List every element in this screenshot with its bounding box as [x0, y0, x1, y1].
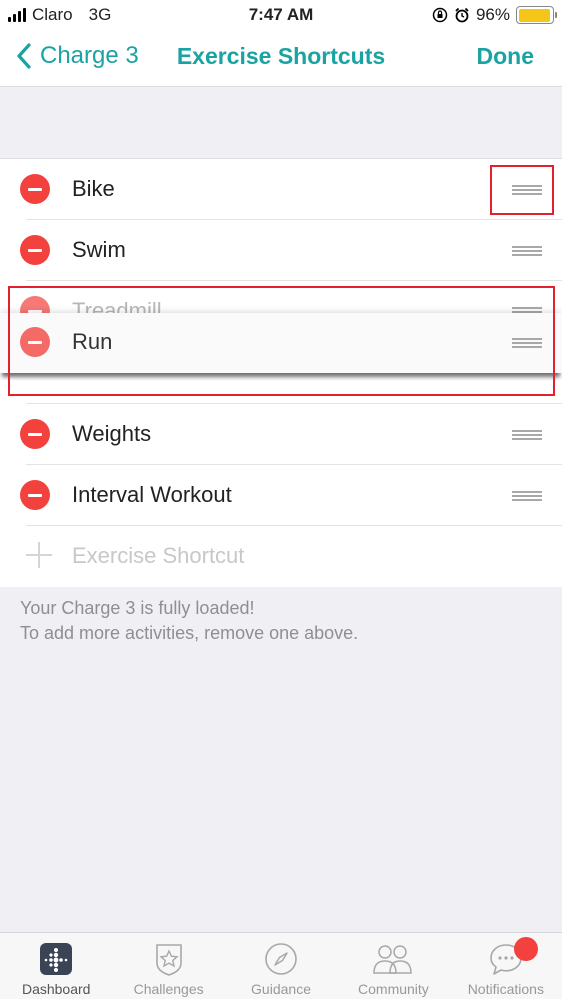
star-badge-icon — [155, 944, 182, 976]
battery-percent: 96% — [475, 5, 510, 24]
list-item-label: Weights — [72, 421, 152, 446]
back-button-label: Charge 3 — [40, 42, 139, 69]
tab-community[interactable]: Community — [337, 933, 449, 999]
list-item-run-dragging[interactable]: Run — [0, 313, 562, 373]
list-item-label: Bike — [72, 176, 115, 201]
delete-icon[interactable] — [20, 480, 50, 510]
capacity-message-line1: Your Charge 3 is fully loaded! — [20, 598, 255, 618]
list-item-interval-workout: Interval Workout — [0, 465, 562, 526]
drag-handle-icon[interactable] — [512, 246, 542, 256]
tab-label: Guidance — [251, 981, 311, 997]
nav-bar: Charge 3 Exercise Shortcuts Done — [0, 30, 562, 87]
tab-bar: Dashboard Challenges Guidance Community … — [0, 932, 562, 999]
back-button[interactable]: Charge 3 — [16, 42, 139, 70]
add-shortcut-label: Exercise Shortcut — [72, 543, 245, 568]
plus-icon — [26, 542, 52, 568]
list-item-swim: Swim — [0, 220, 562, 281]
drag-handle-icon[interactable] — [512, 338, 542, 348]
delete-icon[interactable] — [20, 327, 50, 357]
chevron-left-icon — [17, 43, 31, 69]
tab-label: Dashboard — [21, 981, 91, 997]
tab-label: Challenges — [133, 981, 204, 997]
add-shortcut-row[interactable]: Exercise Shortcut — [0, 526, 562, 587]
tab-label: Community — [358, 981, 429, 997]
done-button[interactable]: Done — [477, 43, 535, 70]
drag-handle-icon[interactable] — [512, 185, 542, 195]
tab-label: Notifications — [467, 981, 544, 997]
compass-icon — [265, 943, 297, 975]
tab-dashboard[interactable]: Dashboard — [0, 933, 112, 999]
notification-badge — [514, 937, 539, 961]
drag-handle-icon[interactable] — [512, 491, 542, 501]
tab-challenges[interactable]: Challenges — [112, 933, 224, 999]
delete-icon[interactable] — [20, 235, 50, 265]
tab-notifications[interactable]: Notifications — [450, 933, 562, 999]
orientation-lock-icon — [432, 7, 448, 23]
status-right: 96% — [432, 5, 557, 25]
alarm-icon — [455, 7, 469, 23]
status-bar: Claro 3G 7:47 AM 96% — [0, 0, 562, 30]
people-icon — [373, 945, 413, 974]
tab-guidance[interactable]: Guidance — [225, 933, 337, 999]
capacity-message: Your Charge 3 is fully loaded! To add mo… — [20, 596, 358, 646]
capacity-message-line2: To add more activities, remove one above… — [20, 623, 359, 643]
list-item-label: Run — [72, 329, 113, 354]
list-item-label: Interval Workout — [72, 482, 232, 507]
drag-handle-icon[interactable] — [512, 430, 542, 440]
dashboard-icon — [40, 943, 73, 975]
list-item-bike: Bike — [0, 159, 562, 220]
list-item-weights: Weights — [0, 404, 562, 465]
delete-icon[interactable] — [20, 174, 50, 204]
delete-icon[interactable] — [20, 419, 50, 449]
list-item-label: Swim — [72, 237, 126, 262]
battery-icon — [516, 6, 557, 24]
